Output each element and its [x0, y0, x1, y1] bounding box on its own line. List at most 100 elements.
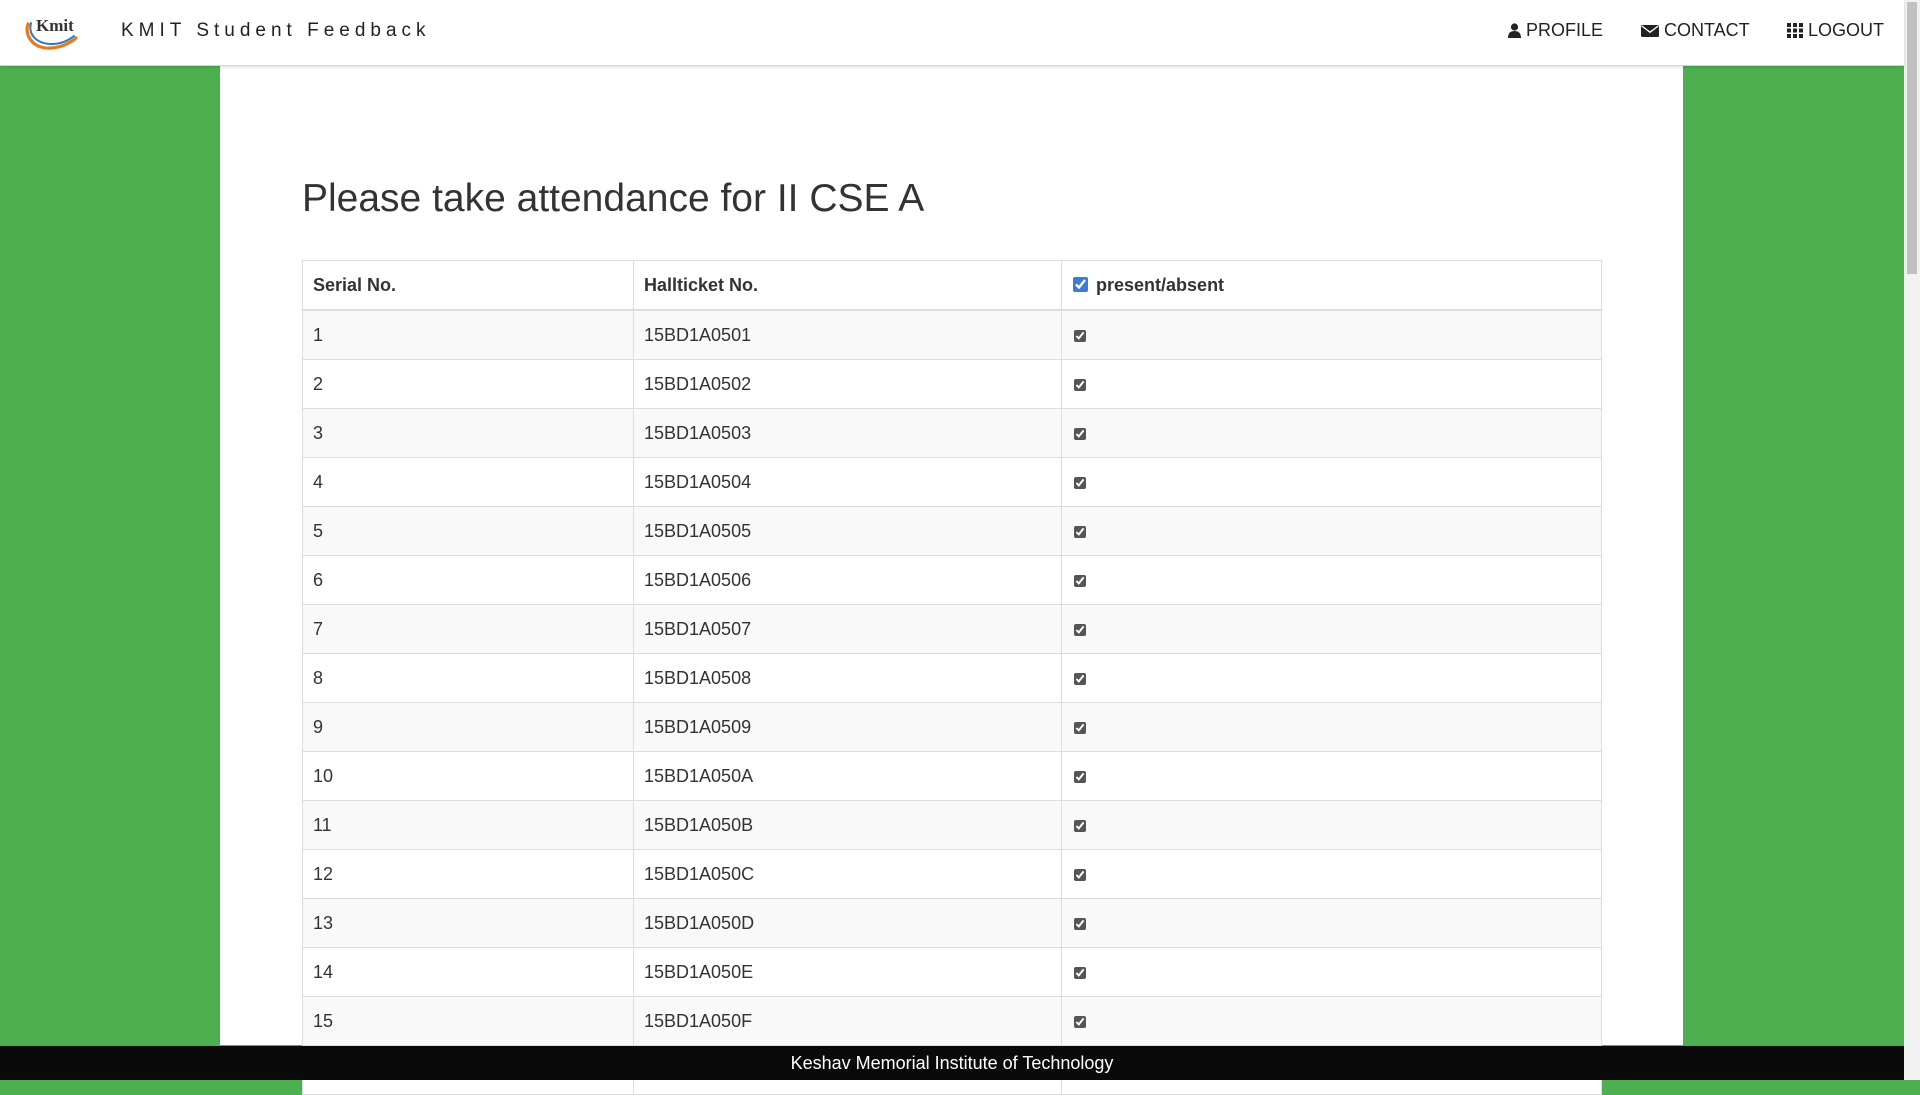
hallticket-cell: 15BD1A050D	[633, 898, 1062, 948]
hallticket-cell: 15BD1A050E	[633, 947, 1062, 997]
hallticket-cell: 15BD1A050A	[633, 751, 1062, 801]
user-icon	[1508, 23, 1521, 38]
table-row: 10 15BD1A050A	[302, 751, 1602, 801]
serial-cell: 4	[302, 457, 634, 507]
present-cell	[1061, 702, 1602, 752]
present-checkbox[interactable]	[1074, 917, 1086, 930]
table-row: 11 15BD1A050B	[302, 800, 1602, 850]
present-cell	[1061, 408, 1602, 458]
serial-cell: 14	[302, 947, 634, 997]
hallticket-cell: 15BD1A0509	[633, 702, 1062, 752]
present-checkbox[interactable]	[1074, 378, 1086, 391]
header-hallticket: Hallticket No.	[633, 260, 1062, 311]
present-cell	[1061, 457, 1602, 507]
serial-cell: 7	[302, 604, 634, 654]
present-cell	[1061, 849, 1602, 899]
attendance-table: Serial No. Hallticket No. present/absent…	[302, 260, 1602, 1095]
attendance-rows: 1 15BD1A0501 2 15BD1A0502 3 15BD1A0503 4 15BD1A…	[302, 309, 1602, 1095]
present-checkbox[interactable]	[1074, 770, 1086, 783]
present-checkbox[interactable]	[1074, 721, 1086, 734]
grid-icon	[1787, 23, 1803, 38]
header-serial: Serial No.	[302, 260, 634, 311]
serial-cell: 15	[302, 996, 634, 1046]
hallticket-cell: 15BD1A0504	[633, 457, 1062, 507]
present-checkbox[interactable]	[1074, 476, 1086, 489]
table-row: 7 15BD1A0507	[302, 604, 1602, 654]
hallticket-cell: 15BD1A050B	[633, 800, 1062, 850]
present-checkbox[interactable]	[1074, 1015, 1086, 1028]
envelope-icon	[1641, 24, 1659, 37]
present-cell	[1061, 359, 1602, 409]
serial-cell: 11	[302, 800, 634, 850]
hallticket-cell: 15BD1A0508	[633, 653, 1062, 703]
table-row: 8 15BD1A0508	[302, 653, 1602, 703]
page-scrollbar[interactable]	[1904, 0, 1920, 1080]
nav-contact-link[interactable]: CONTACT	[1641, 20, 1750, 41]
table-row: 1 15BD1A0501	[302, 309, 1602, 360]
content-panel: Please take attendance for II CSE A Seri…	[220, 65, 1683, 1095]
nav-profile-label: PROFILE	[1526, 20, 1604, 40]
serial-cell: 13	[302, 898, 634, 948]
table-row: 14 15BD1A050E	[302, 947, 1602, 997]
hallticket-cell: 15BD1A0503	[633, 408, 1062, 458]
svg-text:Kmit: Kmit	[36, 16, 74, 35]
top-navbar: Kmit KMIT Student Feedback PROFILE CONTA…	[0, 0, 1904, 66]
hallticket-cell: 15BD1A0507	[633, 604, 1062, 654]
serial-cell: 3	[302, 408, 634, 458]
serial-cell: 5	[302, 506, 634, 556]
serial-cell: 10	[302, 751, 634, 801]
present-cell	[1061, 555, 1602, 605]
serial-cell: 6	[302, 555, 634, 605]
serial-cell: 1	[302, 309, 634, 360]
present-cell	[1061, 653, 1602, 703]
nav-logout-link[interactable]: LOGOUT	[1787, 20, 1884, 41]
hallticket-cell: 15BD1A0502	[633, 359, 1062, 409]
table-row: 3 15BD1A0503	[302, 408, 1602, 458]
footer: Keshav Memorial Institute of Technology	[0, 1046, 1904, 1080]
kmit-logo[interactable]: Kmit	[22, 10, 78, 52]
table-row: 9 15BD1A0509	[302, 702, 1602, 752]
present-checkbox[interactable]	[1074, 427, 1086, 440]
table-row: 6 15BD1A0506	[302, 555, 1602, 605]
table-row: 12 15BD1A050C	[302, 849, 1602, 899]
present-checkbox[interactable]	[1074, 623, 1086, 636]
present-checkbox[interactable]	[1074, 329, 1086, 342]
present-checkbox[interactable]	[1074, 868, 1086, 881]
present-cell	[1061, 996, 1602, 1046]
present-checkbox[interactable]	[1074, 966, 1086, 979]
present-cell	[1061, 506, 1602, 556]
present-checkbox[interactable]	[1074, 574, 1086, 587]
header-present-absent: present/absent	[1061, 260, 1602, 311]
hallticket-cell: 15BD1A0506	[633, 555, 1062, 605]
present-cell	[1061, 309, 1602, 360]
select-all-checkbox[interactable]	[1073, 276, 1088, 292]
nav-contact-label: CONTACT	[1664, 20, 1750, 40]
page-title: Please take attendance for II CSE A	[302, 177, 925, 220]
present-checkbox[interactable]	[1074, 819, 1086, 832]
present-cell	[1061, 947, 1602, 997]
present-cell	[1061, 604, 1602, 654]
nav-logout-label: LOGOUT	[1808, 20, 1885, 40]
table-row: 4 15BD1A0504	[302, 457, 1602, 507]
hallticket-cell: 15BD1A050C	[633, 849, 1062, 899]
table-row: 13 15BD1A050D	[302, 898, 1602, 948]
table-row: 5 15BD1A0505	[302, 506, 1602, 556]
table-row: 2 15BD1A0502	[302, 359, 1602, 409]
header-present-absent-label: present/absent	[1096, 274, 1225, 295]
nav-profile-link[interactable]: PROFILE	[1508, 20, 1603, 41]
hallticket-cell: 15BD1A0501	[633, 309, 1062, 360]
hallticket-cell: 15BD1A050F	[633, 996, 1062, 1046]
present-checkbox[interactable]	[1074, 672, 1086, 685]
present-cell	[1061, 800, 1602, 850]
present-cell	[1061, 751, 1602, 801]
brand-title[interactable]: KMIT Student Feedback	[121, 20, 431, 42]
present-checkbox[interactable]	[1074, 525, 1086, 538]
scrollbar-thumb[interactable]	[1907, 2, 1917, 274]
table-row: 15 15BD1A050F	[302, 996, 1602, 1046]
serial-cell: 2	[302, 359, 634, 409]
table-header-row: Serial No. Hallticket No. present/absent	[302, 260, 1602, 311]
serial-cell: 12	[302, 849, 634, 899]
serial-cell: 8	[302, 653, 634, 703]
hallticket-cell: 15BD1A0505	[633, 506, 1062, 556]
footer-text: Keshav Memorial Institute of Technology	[790, 1053, 1114, 1073]
